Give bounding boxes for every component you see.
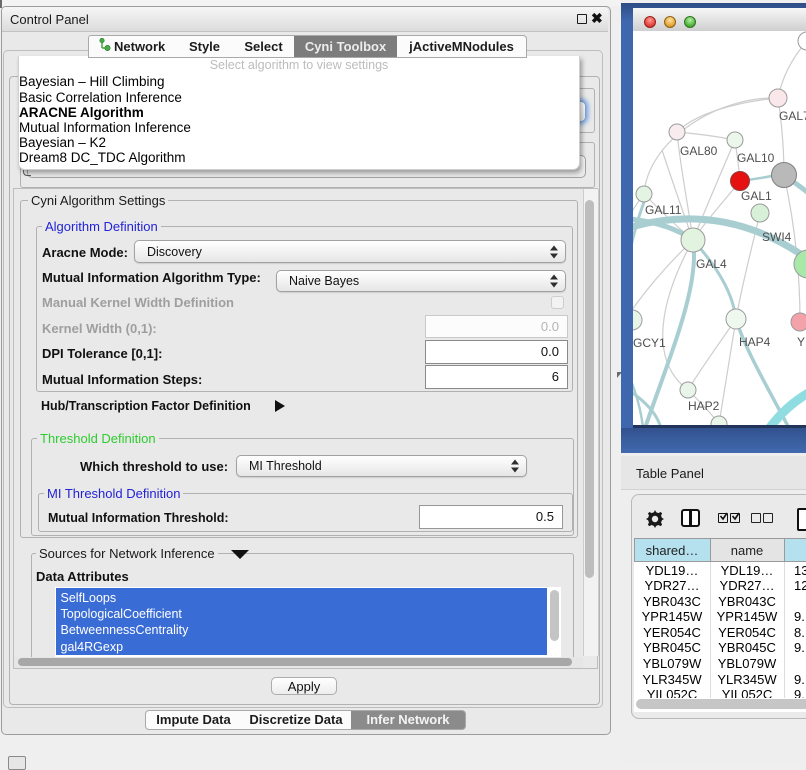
svg-text:Y: Y bbox=[797, 335, 805, 349]
svg-text:GAL10: GAL10 bbox=[737, 151, 775, 165]
svg-text:GAL80: GAL80 bbox=[680, 144, 718, 158]
svg-text:GCY1: GCY1 bbox=[633, 336, 666, 350]
svg-text:GAL11: GAL11 bbox=[645, 203, 682, 217]
svg-text:SWI4: SWI4 bbox=[762, 230, 792, 244]
svg-text:GAL1: GAL1 bbox=[741, 189, 772, 203]
svg-text:HAP4: HAP4 bbox=[739, 335, 771, 349]
svg-text:HAP2: HAP2 bbox=[688, 399, 720, 413]
svg-text:GAL4: GAL4 bbox=[696, 257, 727, 271]
svg-text:GAL7: GAL7 bbox=[779, 109, 806, 123]
